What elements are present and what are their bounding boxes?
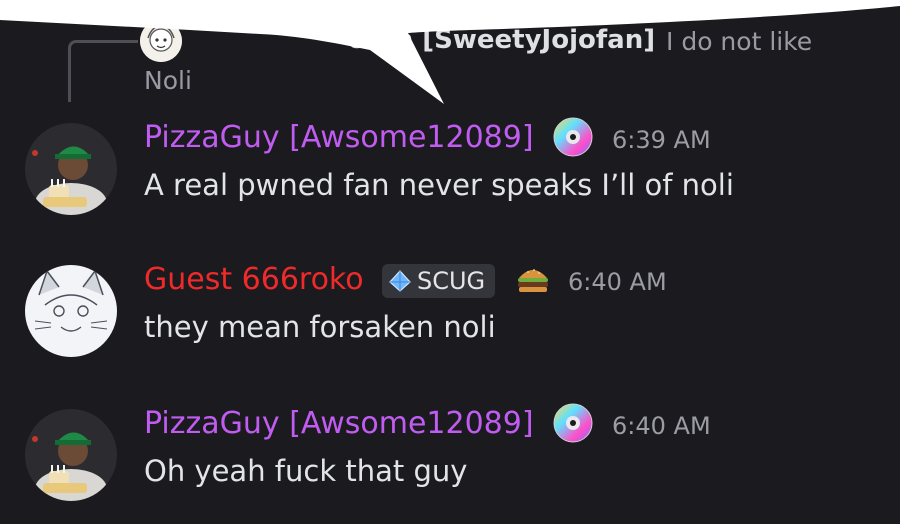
author-name[interactable]: Guest 666roko (144, 262, 364, 297)
message-item[interactable]: Guest 666roko SCUG 6:40 AM they mean for… (0, 262, 900, 372)
reply-preview[interactable]: ofan [SweetyJojofan] I do not like Noli (0, 0, 900, 110)
cd-disc-icon[interactable] (552, 402, 594, 444)
cd-disc-icon[interactable] (552, 116, 594, 158)
message-text: Oh yeah fuck that guy (144, 454, 468, 488)
burger-icon[interactable] (512, 259, 554, 301)
message-item[interactable]: PizzaGuy [Awsome12089] 6:40 AM Oh yeah f… (0, 403, 900, 516)
reply-message-text[interactable]: I do not like (666, 27, 812, 56)
timestamp: 6:40 AM (612, 412, 711, 440)
message-item[interactable]: PizzaGuy [Awsome12089] 6:39 AM A real pw… (0, 117, 900, 230)
reply-message-text-continued[interactable]: Noli (144, 66, 192, 95)
reply-spine (68, 40, 138, 102)
anime-avatar-icon (140, 20, 182, 62)
message-text: A real pwned fan never speaks I’ll of no… (144, 168, 734, 202)
reply-author-name[interactable]: ofan [SweetyJojofan] (348, 25, 655, 55)
timestamp: 6:39 AM (612, 126, 711, 154)
reply-avatar[interactable] (140, 20, 182, 62)
message-text: they mean forsaken noli (144, 310, 496, 344)
avatar[interactable] (25, 265, 117, 357)
author-name[interactable]: PizzaGuy [Awsome12089] (144, 406, 534, 441)
server-tag-label: SCUG (417, 267, 486, 295)
author-name[interactable]: PizzaGuy [Awsome12089] (144, 120, 534, 155)
avatar[interactable] (25, 123, 117, 215)
pizzaguy-avatar-icon (25, 123, 117, 215)
gem-icon (389, 270, 411, 292)
pizzaguy-avatar-icon (25, 409, 117, 501)
server-tag[interactable]: SCUG (382, 264, 496, 298)
timestamp: 6:40 AM (568, 268, 667, 296)
sketch-cat-avatar-icon (25, 265, 117, 357)
avatar[interactable] (25, 409, 117, 501)
chat-window: ofan [SweetyJojofan] I do not like Noli (0, 0, 900, 524)
